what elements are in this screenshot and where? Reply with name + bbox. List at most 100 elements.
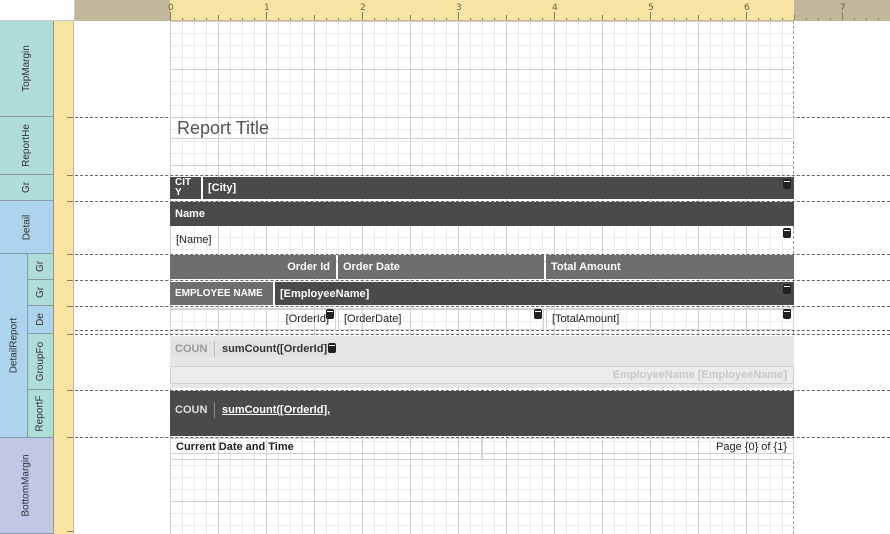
report-count-expression[interactable]: sumCount([OrderId],	[217, 402, 337, 418]
band-label: Gr	[34, 286, 46, 299]
ruler-tick	[350, 18, 351, 20]
ruler-tick	[614, 18, 615, 20]
col-header-total-amount[interactable]: Total Amount	[546, 255, 794, 279]
ruler-tick	[482, 18, 483, 20]
band-label: DetailReport	[8, 317, 19, 374]
band-detail-sub[interactable]: De	[28, 306, 54, 334]
ruler-tick	[314, 15, 315, 20]
ruler-tick	[578, 18, 579, 20]
smart-tag-icon[interactable]	[783, 309, 791, 319]
ruler-tick	[494, 18, 495, 20]
ruler-tick	[410, 15, 411, 20]
band-top-margin[interactable]: TopMargin	[0, 21, 54, 117]
ruler-tick	[782, 18, 783, 20]
name-field[interactable]: [Name]	[170, 228, 794, 252]
ruler-tick	[590, 18, 591, 20]
band-detail-report[interactable]: DetailReport	[0, 254, 28, 438]
band-separator	[75, 280, 890, 281]
group-count-caption[interactable]: COUN	[170, 341, 215, 357]
band-separator	[75, 330, 890, 331]
band-group-header-1[interactable]: Gr	[28, 254, 54, 280]
ruler-tick	[67, 306, 73, 307]
ruler-tick	[338, 18, 339, 20]
ruler-tick	[67, 201, 73, 202]
footer-date-field[interactable]: Current Date and Time	[170, 438, 482, 460]
ruler-tick	[434, 18, 435, 20]
col-header-order-date[interactable]: Order Date	[338, 255, 544, 279]
col-header-order-id[interactable]: Order Id	[170, 255, 336, 279]
band-label: ReportF	[35, 395, 46, 432]
report-title[interactable]: Report Title	[170, 117, 794, 139]
ruler-tick	[326, 18, 327, 20]
ruler-tick	[67, 280, 73, 281]
ruler-tick	[734, 18, 735, 20]
order-date-field[interactable]: [OrderDate]	[338, 308, 544, 330]
ruler-tick	[374, 18, 375, 20]
ruler-tick	[206, 18, 207, 20]
ruler-tick	[542, 18, 543, 20]
employee-caption[interactable]: EMPLOYEE NAME	[170, 282, 273, 305]
ruler-left-margin	[75, 0, 170, 21]
smart-tag-icon[interactable]	[534, 309, 542, 319]
ruler-tick	[830, 18, 831, 20]
order-id-field[interactable]: [OrderId]	[170, 308, 336, 330]
ruler-tick	[170, 12, 171, 20]
total-amount-field[interactable]: [TotalAmount]	[546, 308, 794, 330]
city-field[interactable]: [City]	[203, 177, 794, 199]
ruler-tick	[218, 15, 219, 20]
ruler-tick	[386, 18, 387, 20]
band-group-header-2[interactable]: Gr	[28, 280, 54, 306]
band-label: De	[34, 313, 46, 326]
ruler-tick	[794, 15, 795, 20]
ruler-tick	[67, 117, 73, 118]
name-caption[interactable]: Name	[170, 202, 794, 226]
ruler-tick	[67, 334, 73, 335]
ruler-tick	[194, 18, 195, 20]
ruler-tick	[362, 12, 363, 20]
footer-page-field[interactable]: Page {0} of {1}	[482, 438, 794, 460]
ruler-tick	[770, 18, 771, 20]
band-label: Detail	[20, 214, 32, 240]
city-caption[interactable]: CIT Y	[170, 177, 201, 199]
group-count-expression[interactable]: sumCount([OrderId]	[217, 341, 337, 357]
horizontal-ruler: 0 1 2 3 4 5 6 7	[75, 0, 890, 21]
ruler-tick	[242, 18, 243, 20]
group-footer-text[interactable]: EmployeeName [EmployeeName]	[170, 366, 794, 384]
ruler-tick	[302, 18, 303, 20]
ruler-tick	[674, 18, 675, 20]
ruler-tick	[470, 18, 471, 20]
ruler-tick	[446, 18, 447, 20]
band-detail[interactable]: Detail	[0, 201, 54, 254]
ruler-tick	[182, 18, 183, 20]
ruler-tick	[422, 18, 423, 20]
band-bottom-margin[interactable]: BottomMargin	[0, 438, 54, 534]
ruler-tick	[566, 18, 567, 20]
smart-tag-icon[interactable]	[783, 284, 791, 294]
band-label: BottomMargin	[21, 454, 32, 517]
band-report-footer[interactable]: ReportF	[28, 390, 54, 438]
band-label: Gr	[20, 181, 32, 194]
smart-tag-icon[interactable]	[328, 343, 336, 353]
band-report-header[interactable]: ReportHe	[0, 117, 54, 175]
band-group-footer[interactable]: GroupFo	[28, 334, 54, 390]
report-count-caption[interactable]: COUN	[170, 402, 215, 418]
ruler-tick	[290, 18, 291, 20]
ruler-tick	[554, 12, 555, 20]
smart-tag-icon[interactable]	[783, 179, 791, 189]
ruler-tick	[506, 15, 507, 20]
ruler-tick	[722, 18, 723, 20]
ruler-tick	[818, 18, 819, 20]
band-label: TopMargin	[20, 45, 32, 92]
employee-field[interactable]: [EmployeeName]	[275, 282, 794, 305]
band-label: Gr	[34, 260, 46, 273]
ruler-tick	[67, 254, 73, 255]
smart-tag-icon[interactable]	[326, 309, 334, 319]
design-surface[interactable]: Report Title CIT Y [City] Name [Name] Or…	[75, 21, 890, 534]
band-group-header-city[interactable]: Gr	[0, 175, 54, 201]
ruler-tick	[67, 437, 73, 438]
ruler-tick	[67, 175, 73, 176]
ruler-tick	[278, 18, 279, 20]
ruler-tick	[67, 390, 73, 391]
smart-tag-icon[interactable]	[783, 228, 791, 238]
ruler-tick	[698, 15, 699, 20]
